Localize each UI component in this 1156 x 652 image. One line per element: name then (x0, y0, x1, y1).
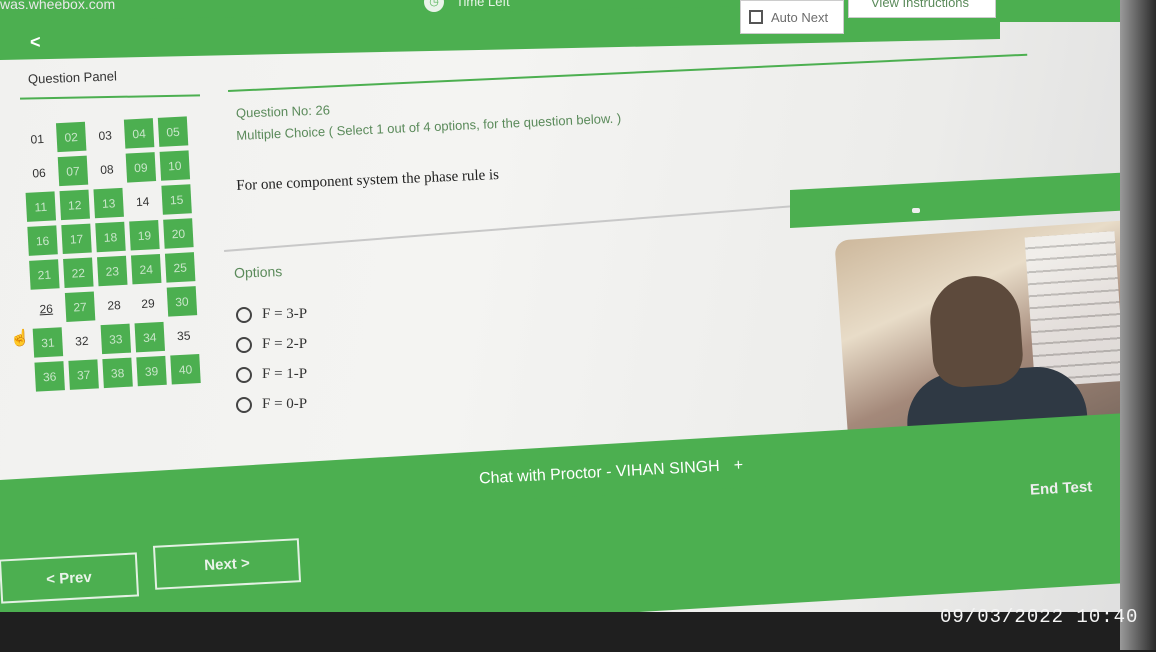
radio-button[interactable] (236, 396, 252, 413)
option-2[interactable]: F = 2-P (236, 336, 307, 353)
question-cell-36[interactable]: 36 (34, 361, 65, 392)
url-text: was.wheebox.com (0, 0, 116, 12)
auto-next-checkbox[interactable] (749, 10, 763, 24)
panel-divider (19, 94, 201, 100)
question-cell-14[interactable]: 14 (127, 186, 157, 216)
radio-button[interactable] (236, 336, 252, 353)
end-test-button[interactable]: End Test (1030, 478, 1093, 498)
question-cell-20[interactable]: 20 (163, 218, 194, 249)
question-cell-39[interactable]: 39 (136, 355, 167, 387)
option-text: F = 0-P (262, 396, 308, 412)
question-header-line (228, 53, 1028, 92)
option-text: F = 2-P (262, 336, 308, 352)
question-text: For one component system the phase rule … (236, 166, 500, 194)
question-cell-33[interactable]: 33 (100, 323, 132, 355)
question-cell-21[interactable]: 21 (29, 259, 60, 290)
auto-next-label: Auto Next (771, 9, 829, 25)
question-cell-32[interactable]: 32 (67, 325, 97, 355)
question-grid: 01 02 03 04 05 06 07 08 09 10 11 12 13 14 15 16 17 18 19 20… (22, 116, 201, 392)
question-cell-12[interactable]: 12 (59, 189, 90, 221)
monitor-edge (1120, 0, 1156, 650)
option-text: F = 1-P (262, 366, 308, 382)
question-cell-29[interactable]: 29 (133, 288, 163, 318)
person-head (927, 273, 1025, 390)
question-cell-25[interactable]: 25 (164, 252, 196, 283)
question-cell-30[interactable]: 30 (166, 286, 198, 317)
plus-icon[interactable]: + (733, 457, 743, 475)
question-cell-35[interactable]: 35 (168, 320, 198, 350)
webcam-handle[interactable] (912, 208, 920, 213)
question-cell-16[interactable]: 16 (27, 225, 58, 256)
question-cell-11[interactable]: 11 (25, 191, 57, 222)
question-cell-37[interactable]: 37 (68, 359, 99, 390)
question-cell-26[interactable]: 26 (31, 293, 61, 323)
view-instructions-button[interactable]: View Instructions (848, 0, 996, 18)
timer-label: Time Left (456, 0, 510, 9)
question-cell-06[interactable]: 06 (24, 157, 54, 187)
question-cell-04[interactable]: 04 (123, 118, 155, 149)
question-cell-05[interactable]: 05 (157, 116, 189, 147)
question-cell-40[interactable]: 40 (170, 354, 201, 385)
hand-cursor-icon: ☝ (10, 330, 30, 347)
question-cell-03[interactable]: 03 (90, 120, 120, 150)
radio-button[interactable] (236, 366, 252, 383)
question-cell-15[interactable]: 15 (161, 184, 192, 215)
exam-screen: was.wheebox.com ◷ Time Left < Auto Next … (0, 0, 1156, 652)
question-cell-18[interactable]: 18 (95, 221, 126, 253)
option-text: F = 3-P (262, 306, 308, 322)
question-cell-08[interactable]: 08 (92, 154, 122, 184)
question-cell-28[interactable]: 28 (99, 290, 129, 320)
question-cell-17[interactable]: 17 (61, 223, 92, 255)
photo-timestamp: 09/03/2022 10:40 (940, 606, 1139, 628)
next-button[interactable]: Next > (152, 538, 302, 590)
question-number: Question No: 26 (235, 102, 331, 121)
question-cell-27[interactable]: 27 (64, 291, 96, 322)
question-cell-13[interactable]: 13 (93, 187, 124, 219)
question-cell-23[interactable]: 23 (97, 255, 128, 287)
options-label: Options (233, 263, 283, 281)
question-panel-title: Question Panel (27, 68, 118, 87)
prev-button[interactable]: < Prev (0, 552, 140, 604)
question-cell-09[interactable]: 09 (125, 152, 157, 183)
radio-button[interactable] (236, 306, 252, 323)
question-cell-24[interactable]: 24 (130, 253, 162, 285)
question-cell-01[interactable]: 01 (22, 123, 52, 153)
clock-icon: ◷ (424, 0, 444, 12)
question-cell-07[interactable]: 07 (57, 155, 89, 187)
question-cell-34[interactable]: 34 (134, 321, 166, 353)
option-3[interactable]: F = 1-P (236, 366, 307, 383)
chevron-left-icon[interactable]: < (30, 32, 41, 53)
chat-label: Chat with Proctor - VIHAN SINGH (478, 457, 721, 488)
question-cell-19[interactable]: 19 (129, 220, 160, 251)
option-1[interactable]: F = 3-P (236, 306, 307, 323)
question-cell-22[interactable]: 22 (63, 257, 94, 288)
auto-next-toggle[interactable]: Auto Next (740, 0, 844, 34)
option-4[interactable]: F = 0-P (236, 396, 307, 413)
question-cell-10[interactable]: 10 (159, 150, 191, 181)
question-divider (224, 205, 793, 252)
webcam-header (790, 172, 1120, 228)
question-cell-31[interactable]: 31 (32, 327, 64, 358)
question-cell-38[interactable]: 38 (102, 357, 133, 389)
question-cell-02[interactable]: 02 (55, 121, 87, 153)
background-window (1024, 231, 1125, 388)
